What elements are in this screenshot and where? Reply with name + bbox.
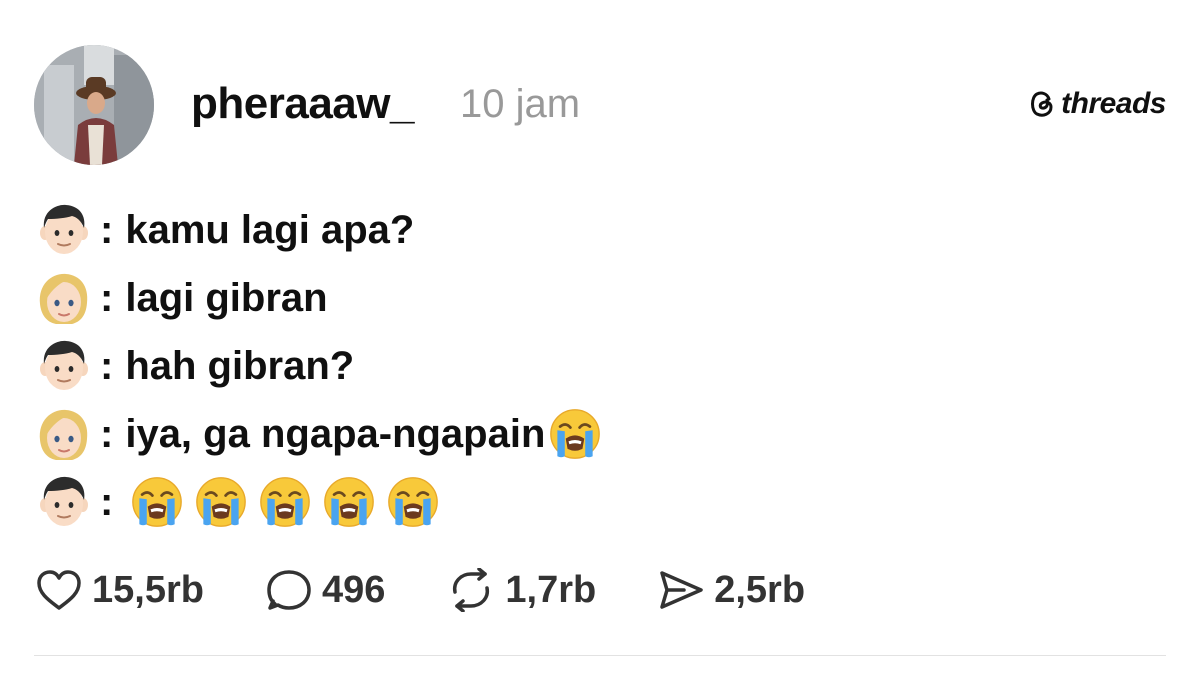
threads-icon (1031, 91, 1053, 117)
loudly-crying-face-icon (259, 476, 311, 528)
repost-icon (453, 568, 490, 612)
message-text: kamu lagi apa? (125, 208, 415, 252)
username[interactable]: pheraaaw_ (191, 78, 414, 130)
chat-line: : hah gibran? (36, 332, 601, 400)
post-actions: 15,5rb 496 1,7rb 2,5rb (36, 565, 867, 615)
girl-emoji-icon (36, 406, 92, 462)
colon: : (100, 208, 114, 252)
like-button[interactable]: 15,5rb (36, 565, 204, 615)
girl-emoji-icon (36, 270, 92, 326)
colon: : (100, 344, 114, 388)
chat-line: : (36, 468, 601, 536)
message-text: iya, ga ngapa-ngapain (125, 412, 546, 456)
chat-line: : kamu lagi apa? (36, 196, 601, 264)
emoji-row (131, 476, 439, 528)
loudly-crying-face-icon (195, 476, 247, 528)
post-body: : kamu lagi apa? : lagi gibran : hah gib… (36, 196, 601, 536)
chat-line: : lagi gibran (36, 264, 601, 332)
loudly-crying-face-icon (131, 476, 183, 528)
post-timestamp: 10 jam (460, 82, 581, 126)
heart-icon (37, 570, 81, 610)
colon: : (100, 276, 114, 320)
threads-logo: threads (1027, 86, 1166, 122)
brand-name: threads (1061, 87, 1166, 120)
avatar-photo-icon (34, 45, 154, 165)
comment-icon (267, 570, 311, 610)
repost-count: 1,7rb (505, 569, 597, 611)
loudly-crying-face-icon (549, 408, 601, 460)
message-text: lagi gibran (125, 276, 328, 320)
boy-emoji-icon (36, 202, 92, 258)
colon: : (100, 412, 114, 456)
repost-button[interactable]: 1,7rb (447, 565, 596, 615)
send-icon (660, 571, 703, 609)
avatar[interactable] (34, 45, 154, 165)
message-text: hah gibran? (125, 344, 355, 388)
share-count: 2,5rb (714, 569, 806, 611)
boy-emoji-icon (36, 338, 92, 394)
loudly-crying-face-icon (387, 476, 439, 528)
chat-line: : iya, ga ngapa-ngapain (36, 400, 601, 468)
share-button[interactable]: 2,5rb (658, 565, 805, 615)
like-count: 15,5rb (92, 569, 204, 611)
loudly-crying-face-icon (323, 476, 375, 528)
reply-button[interactable]: 496 (266, 565, 385, 615)
boy-emoji-icon (36, 474, 92, 530)
divider (34, 655, 1166, 656)
reply-count: 496 (321, 569, 386, 611)
colon: : (100, 480, 114, 524)
